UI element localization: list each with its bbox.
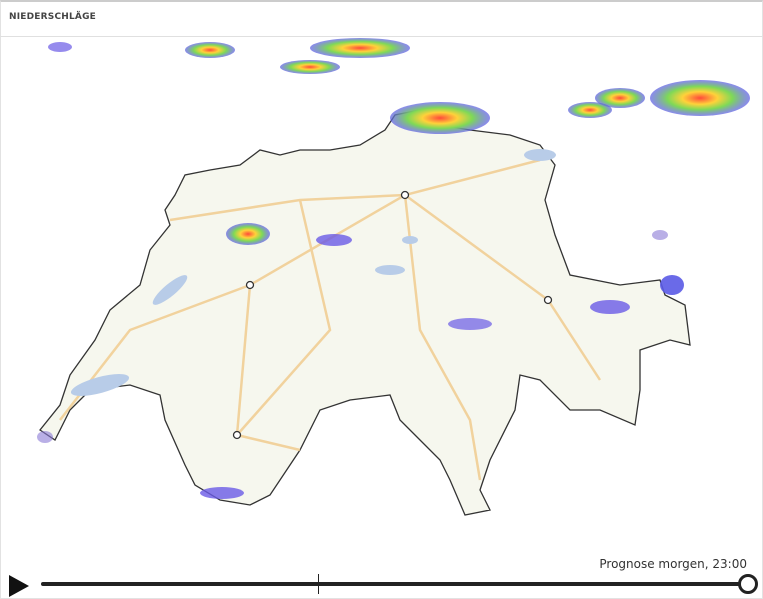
timeline-slider-thumb[interactable]	[738, 574, 758, 594]
forecast-time-label: Prognose morgen, 23:00	[599, 557, 747, 571]
panel-title: NIEDERSCHLÄGE	[9, 12, 97, 22]
panel-header: NIEDERSCHLÄGE	[0, 0, 763, 37]
city-marker-bern	[245, 280, 255, 290]
city-marker-zurich	[400, 190, 410, 200]
precipitation-map[interactable]	[0, 37, 763, 557]
switzerland-outline	[39, 109, 691, 516]
play-button[interactable]	[9, 575, 29, 597]
timeline-now-marker	[318, 574, 319, 594]
city-marker-sion	[232, 430, 242, 440]
city-marker-chur	[543, 295, 553, 305]
timeline-slider[interactable]	[41, 582, 747, 586]
